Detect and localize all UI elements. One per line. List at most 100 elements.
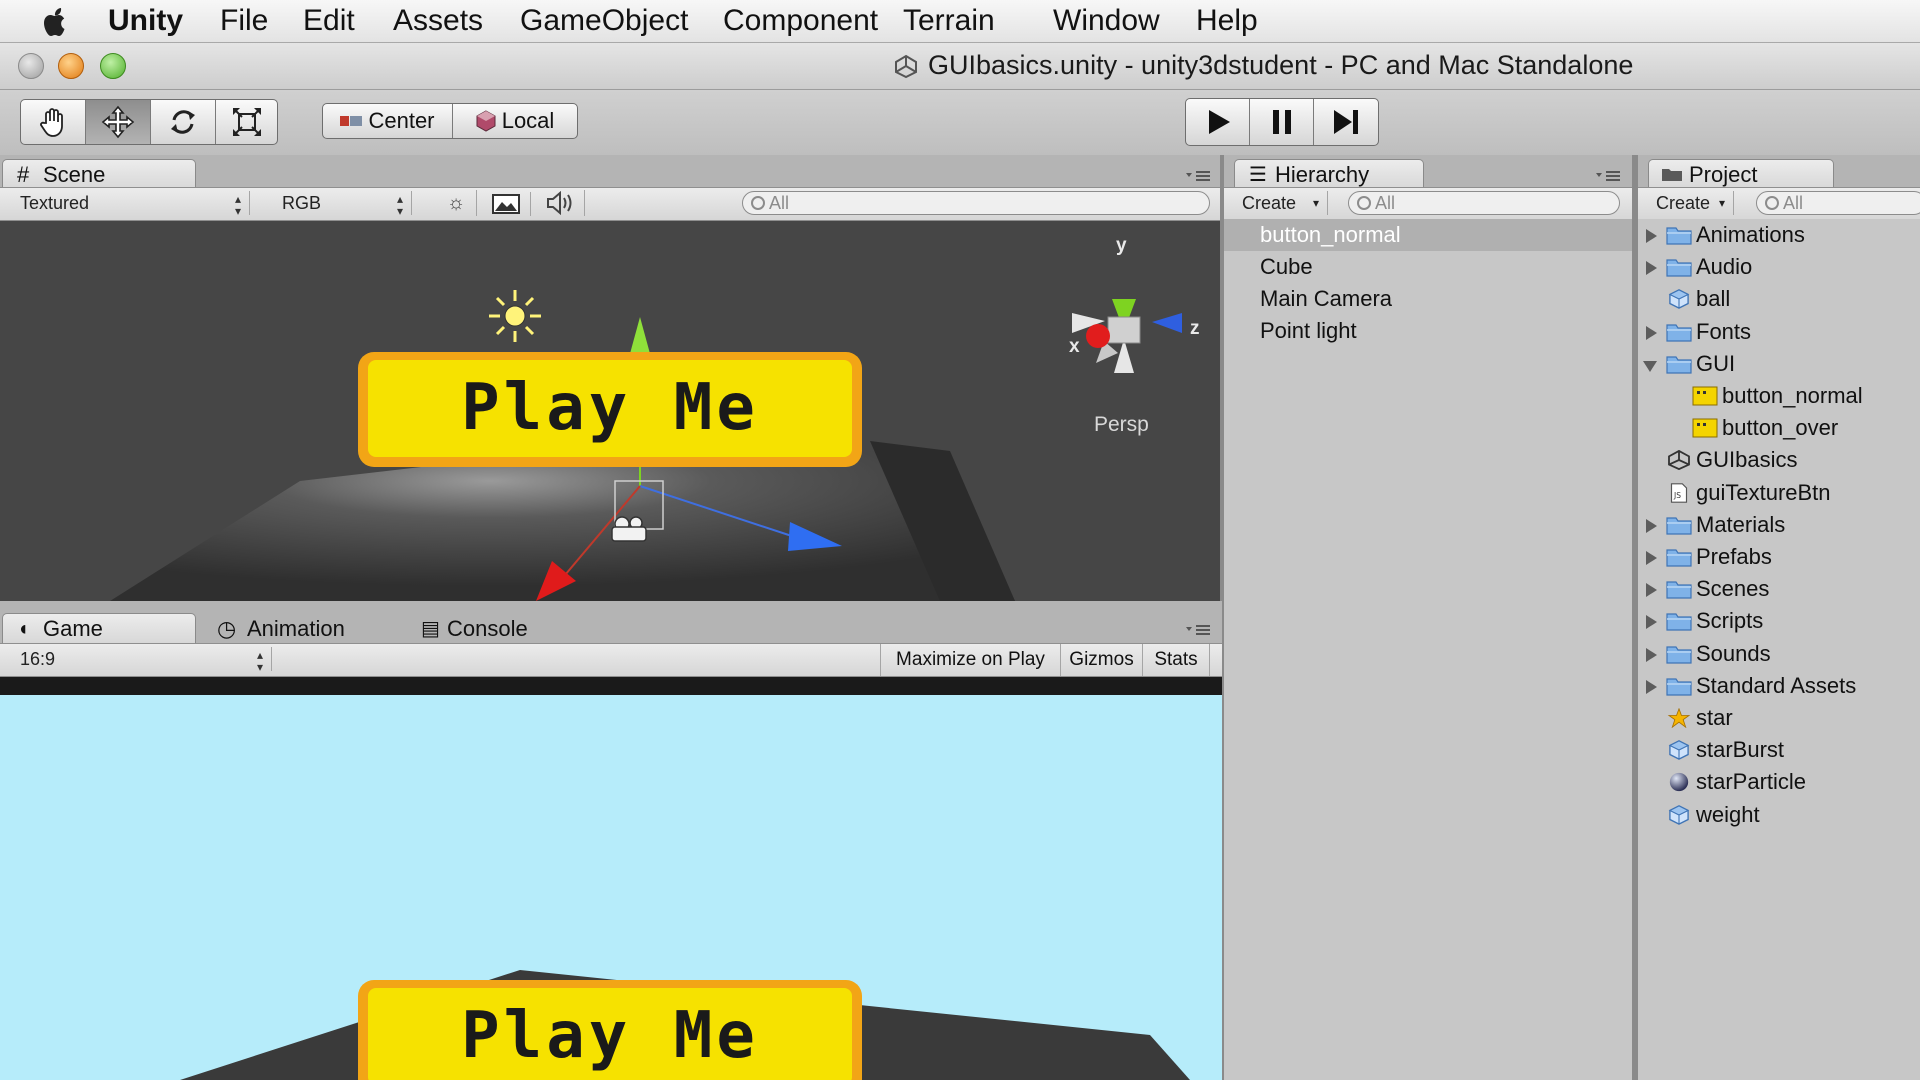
tab-animation[interactable]: ◷ Animation	[206, 613, 386, 643]
point-light-sun-icon[interactable]	[489, 290, 541, 342]
hierarchy-item-cube[interactable]: Cube	[1224, 251, 1632, 283]
project-item-starburst[interactable]: starBurst	[1638, 734, 1920, 766]
orientation-gizmo[interactable]	[1072, 299, 1182, 373]
folder-icon	[1666, 573, 1692, 605]
scene-search-input[interactable]: All	[742, 191, 1210, 215]
project-item-materials[interactable]: Materials	[1638, 509, 1920, 541]
project-item-fonts[interactable]: Fonts	[1638, 316, 1920, 348]
project-item-scripts[interactable]: Scripts	[1638, 605, 1920, 637]
disclosure-closed-icon[interactable]	[1646, 551, 1657, 565]
project-item-ball[interactable]: ball	[1638, 283, 1920, 315]
tab-console[interactable]: ▤ Console	[406, 613, 586, 643]
disclosure-closed-icon[interactable]	[1646, 325, 1657, 340]
disclosure-closed-icon[interactable]	[1646, 518, 1657, 533]
panel-menu-icon[interactable]	[1596, 169, 1622, 183]
disclosure-closed-icon[interactable]	[1646, 229, 1657, 243]
disclosure-closed-icon[interactable]	[1646, 679, 1657, 694]
project-item-button-normal[interactable]: button_normal	[1638, 380, 1920, 412]
render-mode-dropdown[interactable]: RGB ▴ ▾	[272, 191, 412, 217]
project-create-dropdown[interactable]: Create ▾	[1646, 191, 1734, 215]
perspective-label[interactable]: Persp	[1094, 413, 1149, 437]
folder-icon	[1666, 541, 1692, 573]
gizmo-z-cone[interactable]	[1152, 313, 1182, 333]
tab-hierarchy[interactable]: ☰ Hierarchy	[1234, 159, 1424, 189]
project-item-label: ball	[1696, 286, 1731, 312]
disclosure-closed-icon[interactable]	[1646, 647, 1657, 662]
step-button[interactable]	[1314, 99, 1378, 145]
pause-button[interactable]	[1250, 99, 1314, 145]
gizmos-toggle[interactable]: Gizmos	[1060, 644, 1142, 676]
hand-tool-button[interactable]	[21, 100, 86, 144]
minimize-window-button[interactable]	[58, 53, 84, 79]
project-item-label: GUIbasics	[1696, 447, 1798, 473]
stats-toggle[interactable]: Stats	[1142, 644, 1210, 676]
project-search-input[interactable]: All	[1756, 191, 1920, 215]
scene-viewport[interactable]: y z x Persp Play Me	[0, 221, 1220, 601]
grid-hash-icon: #	[17, 162, 30, 187]
menu-file[interactable]: File	[220, 0, 268, 42]
hierarchy-item-button-normal[interactable]: button_normal	[1224, 219, 1632, 251]
project-item-animations[interactable]: Animations	[1638, 219, 1920, 251]
gizmo-x-cone[interactable]	[1086, 324, 1110, 348]
project-item-guitexturebtn[interactable]: JS guiTextureBtn	[1638, 477, 1920, 509]
scene-fx-toggle[interactable]	[486, 192, 531, 216]
close-window-button[interactable]	[18, 53, 44, 79]
panel-menu-icon[interactable]	[1186, 169, 1212, 183]
gizmo-y-label: y	[1116, 235, 1127, 256]
aspect-dropdown[interactable]: 16:9 ▴ ▾	[10, 647, 272, 673]
scene-audio-toggle[interactable]	[540, 190, 585, 216]
maximize-on-play-toggle[interactable]: Maximize on Play	[880, 644, 1060, 676]
disclosure-closed-icon[interactable]	[1646, 261, 1657, 276]
zoom-window-button[interactable]	[100, 53, 126, 79]
menu-component[interactable]: Component	[723, 0, 878, 42]
menu-terrain[interactable]: Terrain	[903, 0, 995, 42]
project-item-standard-assets[interactable]: Standard Assets	[1638, 670, 1920, 702]
hierarchy-item-point-light[interactable]: Point light	[1224, 315, 1632, 347]
hierarchy-search-input[interactable]: All	[1348, 191, 1620, 215]
menu-app-name[interactable]: Unity	[108, 0, 183, 42]
draw-mode-dropdown[interactable]: Textured ▴ ▾	[10, 191, 250, 217]
disclosure-open-icon[interactable]	[1643, 360, 1657, 372]
project-item-button-over[interactable]: button_over	[1638, 412, 1920, 444]
project-item-starparticle[interactable]: starParticle	[1638, 766, 1920, 798]
step-icon	[1334, 110, 1358, 134]
render-mode-value: RGB	[282, 193, 322, 213]
scene-play-me-button-frame[interactable]: Play Me	[358, 352, 862, 467]
tab-project-label: Project	[1689, 162, 1758, 187]
project-item-label: starBurst	[1696, 737, 1785, 763]
hierarchy-item-main-camera[interactable]: Main Camera	[1224, 283, 1632, 315]
project-item-audio[interactable]: Audio	[1638, 251, 1920, 283]
disclosure-closed-icon[interactable]	[1646, 615, 1657, 630]
move-tool-button[interactable]	[86, 100, 151, 144]
tab-scene[interactable]: # Scene	[2, 159, 196, 189]
game-play-me-button-frame[interactable]: Play Me	[358, 980, 862, 1080]
menu-assets[interactable]: Assets	[393, 0, 483, 42]
project-item-guibasics[interactable]: GUIbasics	[1638, 444, 1920, 476]
scale-tool-button[interactable]	[216, 100, 277, 144]
tab-project[interactable]: Project	[1648, 159, 1834, 189]
play-button[interactable]	[1186, 99, 1250, 145]
menu-gameobject[interactable]: GameObject	[520, 0, 688, 42]
game-viewport[interactable]: Play Me	[0, 695, 1222, 1080]
rotate-tool-button[interactable]	[151, 100, 216, 144]
project-item-gui[interactable]: GUI	[1638, 348, 1920, 380]
menu-edit[interactable]: Edit	[303, 0, 355, 42]
hierarchy-create-dropdown[interactable]: Create ▾	[1232, 191, 1328, 215]
pivot-center-button[interactable]: Center	[323, 104, 453, 138]
menu-window[interactable]: Window	[1053, 0, 1160, 42]
svg-text:JS: JS	[1673, 491, 1681, 500]
pivot-local-button[interactable]: Local	[453, 104, 577, 138]
aspect-value: 16:9	[20, 649, 56, 669]
tab-game[interactable]: ◖ Game	[2, 613, 196, 643]
project-item-sounds[interactable]: Sounds	[1638, 638, 1920, 670]
panel-menu-icon[interactable]	[1186, 623, 1212, 637]
menu-help[interactable]: Help	[1196, 0, 1258, 42]
project-item-star[interactable]: star	[1638, 702, 1920, 734]
project-item-prefabs[interactable]: Prefabs	[1638, 541, 1920, 573]
project-item-scenes[interactable]: Scenes	[1638, 573, 1920, 605]
disclosure-closed-icon[interactable]	[1646, 583, 1657, 598]
project-search-placeholder: All	[1783, 193, 1804, 213]
scene-lighting-toggle[interactable]: ☼	[436, 190, 477, 216]
project-item-weight[interactable]: weight	[1638, 799, 1920, 831]
apple-logo-icon[interactable]	[38, 4, 72, 38]
